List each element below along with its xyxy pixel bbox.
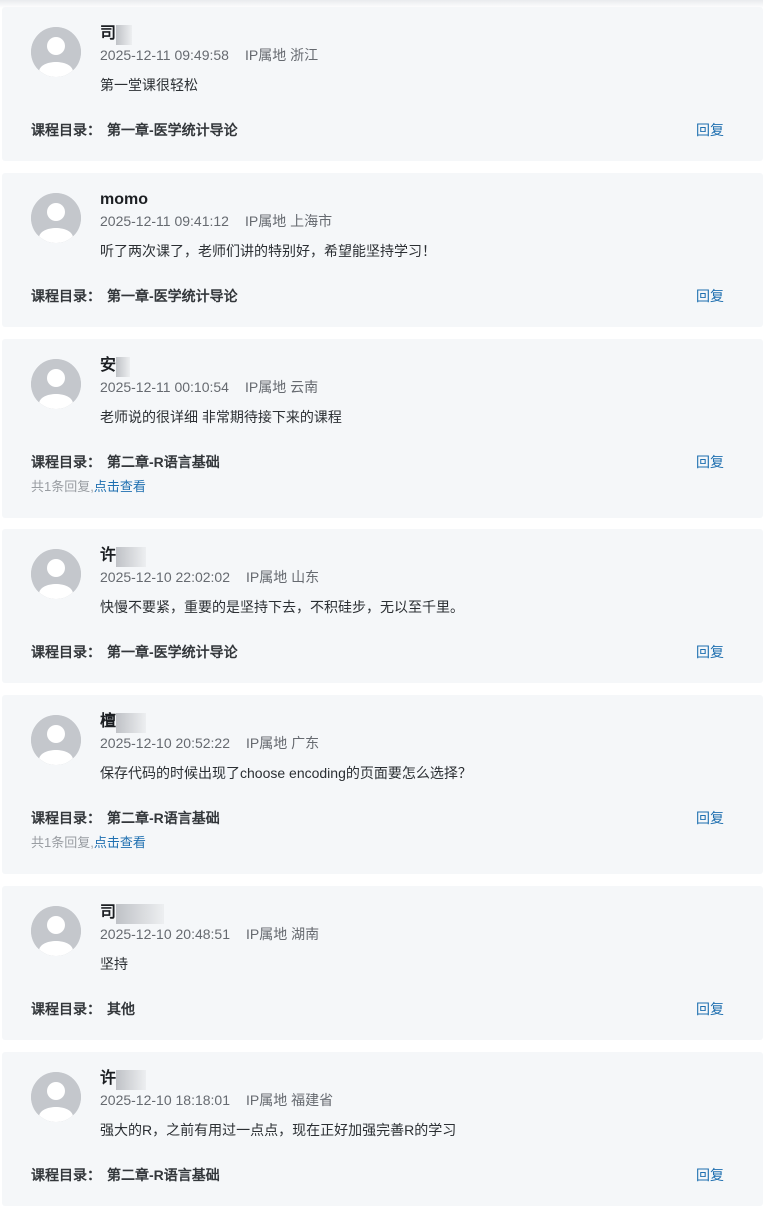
ip-location: IP属地 山东 — [246, 569, 320, 585]
comment-content: 保存代码的时候出现了choose encoding的页面要怎么选择？ — [100, 765, 472, 781]
user-avatar-icon — [31, 549, 81, 599]
comment-time: 2025-12-11 09:41:12 — [100, 213, 229, 229]
comment-card: 司 2025-12-10 20:48:51 IP属地 湖南 坚持 课程目录： 其他 … — [2, 886, 763, 1040]
catalog-chapter[interactable]: 第一章-医学统计导论 — [107, 644, 238, 660]
course-catalog: 课程目录： 第二章-R语言基础 — [31, 453, 220, 471]
catalog-label: 课程目录： — [31, 1167, 101, 1183]
user-name[interactable]: 许 — [100, 1069, 147, 1090]
course-catalog: 课程目录： 第一章-医学统计导论 — [31, 121, 238, 139]
view-replies-link[interactable]: 点击查看 — [94, 479, 146, 494]
reply-button[interactable]: 回复 — [696, 1000, 724, 1018]
user-name[interactable]: 司 — [100, 24, 133, 45]
course-catalog: 课程目录： 其他 — [31, 1000, 135, 1018]
avatar[interactable] — [31, 1072, 81, 1122]
replies-info: 共1条回复,点击查看 — [31, 478, 146, 496]
catalog-label: 课程目录： — [31, 454, 101, 470]
comment-content: 快慢不要紧，重要的是坚持下去，不积硅步，无以至千里。 — [100, 599, 464, 615]
course-catalog: 课程目录： 第一章-医学统计导论 — [31, 287, 238, 305]
catalog-label: 课程目录： — [31, 1001, 101, 1017]
user-avatar-icon — [31, 193, 81, 243]
user-avatar-icon — [31, 1072, 81, 1122]
catalog-label: 课程目录： — [31, 122, 101, 138]
comment-meta: 2025-12-10 18:18:01 IP属地 福建省 — [100, 1091, 333, 1109]
comment-meta: 2025-12-11 09:41:12 IP属地 上海市 — [100, 212, 332, 230]
name-redaction — [116, 713, 147, 733]
catalog-chapter[interactable]: 第一章-医学统计导论 — [107, 288, 238, 304]
reply-button[interactable]: 回复 — [696, 287, 724, 305]
avatar[interactable] — [31, 715, 81, 765]
user-name[interactable]: momo — [100, 190, 148, 210]
avatar[interactable] — [31, 906, 81, 956]
comment-content: 强大的R，之前有用过一点点，现在正好加强完善R的学习 — [100, 1122, 457, 1138]
reply-button[interactable]: 回复 — [696, 643, 724, 661]
view-replies-link[interactable]: 点击查看 — [94, 835, 146, 850]
course-catalog: 课程目录： 第二章-R语言基础 — [31, 809, 220, 827]
comment-meta: 2025-12-10 22:02:02 IP属地 山东 — [100, 568, 319, 586]
ip-location: IP属地 上海市 — [244, 213, 333, 229]
comment-meta: 2025-12-10 20:48:51 IP属地 湖南 — [100, 925, 319, 943]
name-redaction — [116, 1070, 147, 1090]
catalog-label: 课程目录： — [31, 288, 101, 304]
comment-content: 听了两次课了，老师们讲的特别好，希望能坚持学习！ — [100, 243, 436, 259]
catalog-chapter[interactable]: 其他 — [107, 1001, 135, 1017]
reply-button[interactable]: 回复 — [696, 809, 724, 827]
avatar[interactable] — [31, 359, 81, 409]
comment-card: 檀 2025-12-10 20:52:22 IP属地 广东 保存代码的时候出现了c… — [2, 695, 763, 874]
avatar[interactable] — [31, 549, 81, 599]
name-redaction — [116, 904, 165, 924]
course-catalog: 课程目录： 第一章-医学统计导论 — [31, 643, 238, 661]
catalog-chapter[interactable]: 第二章-R语言基础 — [107, 1167, 220, 1183]
user-avatar-icon — [31, 906, 81, 956]
name-redaction — [116, 357, 131, 377]
ip-location: IP属地 云南 — [244, 379, 319, 395]
ip-location: IP属地 浙江 — [244, 47, 319, 63]
comment-meta: 2025-12-11 00:10:54 IP属地 云南 — [100, 378, 318, 396]
ip-location: IP属地 福建省 — [246, 1092, 334, 1108]
comment-time: 2025-12-10 18:18:01 — [100, 1092, 230, 1108]
catalog-chapter[interactable]: 第二章-R语言基础 — [107, 454, 220, 470]
user-name[interactable]: 檀 — [100, 712, 147, 733]
user-avatar-icon — [31, 27, 81, 77]
comment-meta: 2025-12-10 20:52:22 IP属地 广东 — [100, 734, 319, 752]
reply-button[interactable]: 回复 — [696, 1166, 724, 1184]
catalog-label: 课程目录： — [31, 644, 101, 660]
comment-time: 2025-12-11 09:49:58 — [100, 47, 229, 63]
reply-button[interactable]: 回复 — [696, 453, 724, 471]
catalog-chapter[interactable]: 第二章-R语言基础 — [107, 810, 220, 826]
comment-card: momo 2025-12-11 09:41:12 IP属地 上海市 听了两次课了，… — [2, 173, 763, 327]
ip-location: IP属地 广东 — [246, 735, 320, 751]
reply-button[interactable]: 回复 — [696, 121, 724, 139]
name-redaction — [116, 25, 133, 45]
catalog-chapter[interactable]: 第一章-医学统计导论 — [107, 122, 238, 138]
catalog-label: 课程目录： — [31, 810, 101, 826]
replies-count: 共1条回复, — [31, 479, 94, 494]
comment-meta: 2025-12-11 09:49:58 IP属地 浙江 — [100, 46, 318, 64]
comment-content: 坚持 — [100, 956, 128, 972]
comment-content: 第一堂课很轻松 — [100, 77, 198, 93]
avatar[interactable] — [31, 193, 81, 243]
ip-location: IP属地 湖南 — [246, 926, 320, 942]
comment-time: 2025-12-10 20:48:51 — [100, 926, 230, 942]
name-redaction — [116, 547, 147, 567]
comment-card: 许 2025-12-10 18:18:01 IP属地 福建省 强大的R，之前有用过… — [2, 1052, 763, 1206]
comment-content: 老师说的很详细 非常期待接下来的课程 — [100, 409, 342, 425]
user-name[interactable]: 许 — [100, 546, 147, 567]
replies-count: 共1条回复, — [31, 835, 94, 850]
comment-time: 2025-12-10 20:52:22 — [100, 735, 230, 751]
replies-info: 共1条回复,点击查看 — [31, 834, 146, 852]
user-name[interactable]: 司 — [100, 903, 165, 924]
avatar[interactable] — [31, 27, 81, 77]
comment-card: 安 2025-12-11 00:10:54 IP属地 云南 老师说的很详细 非常期… — [2, 339, 763, 518]
user-avatar-icon — [31, 715, 81, 765]
comment-card: 司 2025-12-11 09:49:58 IP属地 浙江 第一堂课很轻松 课程目… — [2, 7, 763, 161]
user-name[interactable]: 安 — [100, 356, 131, 377]
user-avatar-icon — [31, 359, 81, 409]
comment-time: 2025-12-11 00:10:54 — [100, 379, 229, 395]
course-catalog: 课程目录： 第二章-R语言基础 — [31, 1166, 220, 1184]
comment-card: 许 2025-12-10 22:02:02 IP属地 山东 快慢不要紧，重要的是坚… — [2, 529, 763, 683]
comment-time: 2025-12-10 22:02:02 — [100, 569, 230, 585]
